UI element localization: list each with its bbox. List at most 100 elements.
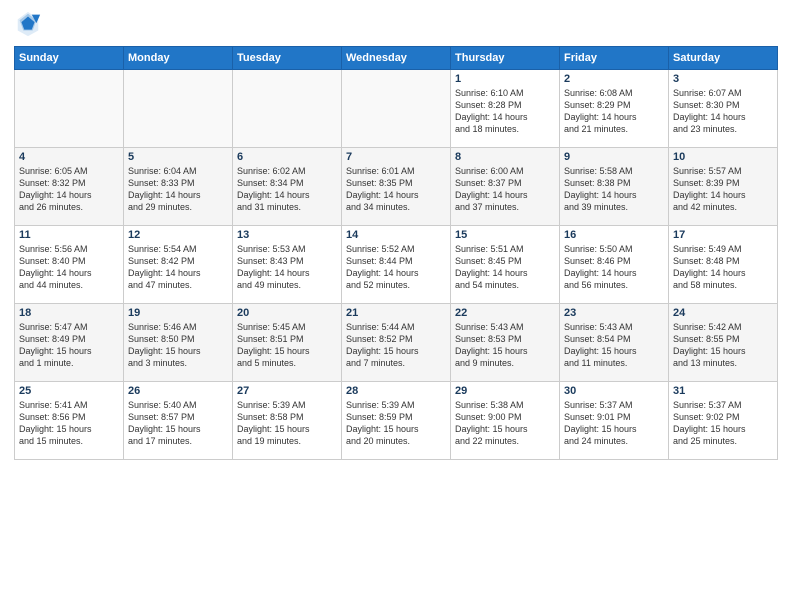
- week-row-1: 1 Sunrise: 6:10 AM Sunset: 8:28 PM Daylig…: [15, 70, 778, 148]
- calendar-cell: 3 Sunrise: 6:07 AM Sunset: 8:30 PM Daylig…: [669, 70, 778, 148]
- calendar-cell: 4 Sunrise: 6:05 AM Sunset: 8:32 PM Daylig…: [15, 148, 124, 226]
- week-row-3: 11 Sunrise: 5:56 AM Sunset: 8:40 PM Dayli…: [15, 226, 778, 304]
- calendar-cell: 22 Sunrise: 5:43 AM Sunset: 8:53 PM Dayli…: [451, 304, 560, 382]
- day-number: 4: [19, 151, 119, 163]
- day-number: 24: [673, 307, 773, 319]
- day-number: 21: [346, 307, 446, 319]
- day-info: Sunrise: 5:51 AM Sunset: 8:45 PM Dayligh…: [455, 243, 555, 292]
- day-number: 25: [19, 385, 119, 397]
- calendar-cell: [15, 70, 124, 148]
- day-info: Sunrise: 5:39 AM Sunset: 8:58 PM Dayligh…: [237, 399, 337, 448]
- day-info: Sunrise: 5:46 AM Sunset: 8:50 PM Dayligh…: [128, 321, 228, 370]
- calendar-cell: 31 Sunrise: 5:37 AM Sunset: 9:02 PM Dayli…: [669, 382, 778, 460]
- calendar-cell: 19 Sunrise: 5:46 AM Sunset: 8:50 PM Dayli…: [124, 304, 233, 382]
- calendar-cell: 15 Sunrise: 5:51 AM Sunset: 8:45 PM Dayli…: [451, 226, 560, 304]
- day-number: 31: [673, 385, 773, 397]
- day-number: 29: [455, 385, 555, 397]
- day-number: 1: [455, 73, 555, 85]
- day-info: Sunrise: 5:45 AM Sunset: 8:51 PM Dayligh…: [237, 321, 337, 370]
- day-info: Sunrise: 5:56 AM Sunset: 8:40 PM Dayligh…: [19, 243, 119, 292]
- day-number: 30: [564, 385, 664, 397]
- calendar-cell: 5Sunrise: 6:04 AM Sunset: 8:33 PM Daylig…: [124, 148, 233, 226]
- day-number: 8: [455, 151, 555, 163]
- calendar-cell: 1 Sunrise: 6:10 AM Sunset: 8:28 PM Daylig…: [451, 70, 560, 148]
- weekday-header-sunday: Sunday: [15, 47, 124, 70]
- day-number: 22: [455, 307, 555, 319]
- calendar-table: SundayMondayTuesdayWednesdayThursdayFrid…: [14, 46, 778, 460]
- calendar-cell: 9 Sunrise: 5:58 AM Sunset: 8:38 PM Daylig…: [560, 148, 669, 226]
- calendar-cell: 13 Sunrise: 5:53 AM Sunset: 8:43 PM Dayli…: [233, 226, 342, 304]
- calendar-cell: 11 Sunrise: 5:56 AM Sunset: 8:40 PM Dayli…: [15, 226, 124, 304]
- day-number: 14: [346, 229, 446, 241]
- day-number: 27: [237, 385, 337, 397]
- calendar-cell: [342, 70, 451, 148]
- calendar-cell: 23 Sunrise: 5:43 AM Sunset: 8:54 PM Dayli…: [560, 304, 669, 382]
- day-info: Sunrise: 6:08 AM Sunset: 8:29 PM Dayligh…: [564, 87, 664, 136]
- day-number: 5: [128, 151, 228, 163]
- calendar-cell: 16 Sunrise: 5:50 AM Sunset: 8:46 PM Dayli…: [560, 226, 669, 304]
- day-info: Sunrise: 5:50 AM Sunset: 8:46 PM Dayligh…: [564, 243, 664, 292]
- day-number: 6: [237, 151, 337, 163]
- calendar-cell: [233, 70, 342, 148]
- calendar-cell: 10 Sunrise: 5:57 AM Sunset: 8:39 PM Dayli…: [669, 148, 778, 226]
- day-info: Sunrise: 5:57 AM Sunset: 8:39 PM Dayligh…: [673, 165, 773, 214]
- day-number: 20: [237, 307, 337, 319]
- day-info: Sunrise: 5:49 AM Sunset: 8:48 PM Dayligh…: [673, 243, 773, 292]
- day-number: 19: [128, 307, 228, 319]
- logo: [14, 10, 46, 38]
- day-number: 12: [128, 229, 228, 241]
- day-number: 9: [564, 151, 664, 163]
- day-info: Sunrise: 6:01 AM Sunset: 8:35 PM Dayligh…: [346, 165, 446, 214]
- calendar-cell: 18Sunrise: 5:47 AM Sunset: 8:49 PM Dayli…: [15, 304, 124, 382]
- calendar-cell: 12 Sunrise: 5:54 AM Sunset: 8:42 PM Dayli…: [124, 226, 233, 304]
- calendar-cell: 2 Sunrise: 6:08 AM Sunset: 8:29 PM Daylig…: [560, 70, 669, 148]
- day-number: 16: [564, 229, 664, 241]
- day-number: 28: [346, 385, 446, 397]
- calendar-cell: 29 Sunrise: 5:38 AM Sunset: 9:00 PM Dayli…: [451, 382, 560, 460]
- weekday-header-row: SundayMondayTuesdayWednesdayThursdayFrid…: [15, 47, 778, 70]
- day-number: 23: [564, 307, 664, 319]
- day-number: 7: [346, 151, 446, 163]
- calendar-cell: 25 Sunrise: 5:41 AM Sunset: 8:56 PM Dayli…: [15, 382, 124, 460]
- day-info: Sunrise: 6:07 AM Sunset: 8:30 PM Dayligh…: [673, 87, 773, 136]
- day-info: Sunrise: 5:52 AM Sunset: 8:44 PM Dayligh…: [346, 243, 446, 292]
- day-info: Sunrise: 5:44 AM Sunset: 8:52 PM Dayligh…: [346, 321, 446, 370]
- calendar-cell: 21 Sunrise: 5:44 AM Sunset: 8:52 PM Dayli…: [342, 304, 451, 382]
- calendar-cell: 6Sunrise: 6:02 AM Sunset: 8:34 PM Daylig…: [233, 148, 342, 226]
- calendar-header: SundayMondayTuesdayWednesdayThursdayFrid…: [15, 47, 778, 70]
- page-container: SundayMondayTuesdayWednesdayThursdayFrid…: [0, 0, 792, 468]
- week-row-5: 25 Sunrise: 5:41 AM Sunset: 8:56 PM Dayli…: [15, 382, 778, 460]
- day-info: Sunrise: 5:54 AM Sunset: 8:42 PM Dayligh…: [128, 243, 228, 292]
- day-info: Sunrise: 5:43 AM Sunset: 8:53 PM Dayligh…: [455, 321, 555, 370]
- day-info: Sunrise: 5:38 AM Sunset: 9:00 PM Dayligh…: [455, 399, 555, 448]
- day-number: 10: [673, 151, 773, 163]
- day-number: 17: [673, 229, 773, 241]
- day-number: 2: [564, 73, 664, 85]
- day-info: Sunrise: 6:10 AM Sunset: 8:28 PM Dayligh…: [455, 87, 555, 136]
- calendar-body: 1 Sunrise: 6:10 AM Sunset: 8:28 PM Daylig…: [15, 70, 778, 460]
- day-info: Sunrise: 5:41 AM Sunset: 8:56 PM Dayligh…: [19, 399, 119, 448]
- day-info: Sunrise: 6:05 AM Sunset: 8:32 PM Dayligh…: [19, 165, 119, 214]
- day-number: 11: [19, 229, 119, 241]
- day-info: Sunrise: 5:58 AM Sunset: 8:38 PM Dayligh…: [564, 165, 664, 214]
- calendar-cell: 20 Sunrise: 5:45 AM Sunset: 8:51 PM Dayli…: [233, 304, 342, 382]
- day-number: 18: [19, 307, 119, 319]
- day-info: Sunrise: 5:42 AM Sunset: 8:55 PM Dayligh…: [673, 321, 773, 370]
- week-row-4: 18Sunrise: 5:47 AM Sunset: 8:49 PM Dayli…: [15, 304, 778, 382]
- calendar-cell: 17 Sunrise: 5:49 AM Sunset: 8:48 PM Dayli…: [669, 226, 778, 304]
- weekday-header-thursday: Thursday: [451, 47, 560, 70]
- logo-icon: [14, 10, 42, 38]
- day-number: 15: [455, 229, 555, 241]
- calendar-cell: 8 Sunrise: 6:00 AM Sunset: 8:37 PM Daylig…: [451, 148, 560, 226]
- weekday-header-monday: Monday: [124, 47, 233, 70]
- day-info: Sunrise: 5:43 AM Sunset: 8:54 PM Dayligh…: [564, 321, 664, 370]
- day-number: 13: [237, 229, 337, 241]
- calendar-cell: 14 Sunrise: 5:52 AM Sunset: 8:44 PM Dayli…: [342, 226, 451, 304]
- day-info: Sunrise: 5:53 AM Sunset: 8:43 PM Dayligh…: [237, 243, 337, 292]
- day-number: 3: [673, 73, 773, 85]
- day-info: Sunrise: 5:37 AM Sunset: 9:02 PM Dayligh…: [673, 399, 773, 448]
- day-info: Sunrise: 6:00 AM Sunset: 8:37 PM Dayligh…: [455, 165, 555, 214]
- calendar-cell: 28 Sunrise: 5:39 AM Sunset: 8:59 PM Dayli…: [342, 382, 451, 460]
- weekday-header-tuesday: Tuesday: [233, 47, 342, 70]
- day-info: Sunrise: 5:39 AM Sunset: 8:59 PM Dayligh…: [346, 399, 446, 448]
